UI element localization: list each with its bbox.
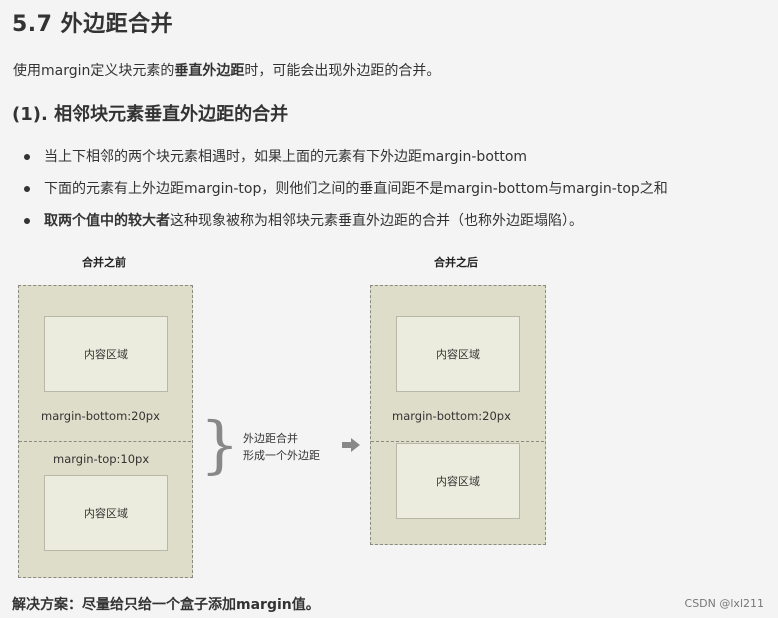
content-area-label: 内容区域 [436, 475, 480, 488]
content-area-label: 内容区域 [84, 507, 128, 520]
curly-brace-icon: } [200, 408, 240, 481]
margin-bottom-label: margin-bottom:20px [392, 409, 511, 423]
content-area-label: 内容区域 [84, 348, 128, 361]
right-arrow-icon [342, 438, 360, 452]
bullet-text-bold: 取两个值中的较大者 [44, 213, 170, 229]
merge-note: 外边距合并 形成一个外边距 [243, 430, 320, 464]
bullet-item: 下面的元素有上外边距margin-top，则他们之间的垂直间距不是margin-… [22, 178, 668, 210]
after-merge-caption: 合并之后 [434, 256, 478, 269]
margin-divider-line [371, 441, 544, 442]
after-merge-diagram: 内容区域 margin-bottom:20px 内容区域 [370, 285, 546, 545]
bullet-dot-icon [24, 154, 30, 160]
content-area-top-box: 内容区域 [396, 316, 520, 392]
content-area-bottom-box: 内容区域 [396, 443, 520, 519]
intro-text-after: 时，可能会出现外边距的合并。 [244, 63, 441, 79]
bullet-text: 这种现象被称为相邻块元素垂直外边距的合并（也称外边距塌陷）。 [170, 213, 583, 229]
watermark: CSDN @lxl211 [684, 597, 764, 610]
document-page: 5.7 外边距合并 使用margin定义块元素的垂直外边距时，可能会出现外边距的… [0, 0, 778, 618]
content-area-label: 内容区域 [436, 348, 480, 361]
subsection-heading: (1). 相邻块元素垂直外边距的合并 [12, 104, 289, 125]
solution-text: 解决方案：尽量给只给一个盒子添加margin值。 [12, 597, 320, 613]
content-area-bottom-box: 内容区域 [44, 475, 168, 551]
before-merge-caption: 合并之前 [82, 256, 126, 269]
before-merge-diagram: 内容区域 margin-bottom:20px margin-top:10px … [18, 285, 193, 578]
bullet-dot-icon [24, 218, 30, 224]
intro-paragraph: 使用margin定义块元素的垂直外边距时，可能会出现外边距的合并。 [13, 60, 440, 80]
merge-note-line2: 形成一个外边距 [243, 449, 320, 462]
bullet-item: 当上下相邻的两个块元素相遇时，如果上面的元素有下外边距margin-bottom [22, 146, 668, 178]
merge-note-line1: 外边距合并 [243, 432, 298, 445]
bullet-dot-icon [24, 186, 30, 192]
content-area-top-box: 内容区域 [44, 316, 168, 392]
bullet-text: 下面的元素有上外边距margin-top，则他们之间的垂直间距不是margin-… [44, 181, 668, 197]
section-heading: 5.7 外边距合并 [12, 12, 174, 37]
bullet-text: 当上下相邻的两个块元素相遇时，如果上面的元素有下外边距margin-bottom [44, 149, 528, 165]
bullet-list: 当上下相邻的两个块元素相遇时，如果上面的元素有下外边距margin-bottom… [22, 146, 668, 242]
margin-divider-line [19, 441, 191, 442]
margin-bottom-label: margin-bottom:20px [41, 409, 160, 423]
intro-text-before: 使用margin定义块元素的 [13, 63, 175, 79]
bullet-item: 取两个值中的较大者这种现象被称为相邻块元素垂直外边距的合并（也称外边距塌陷）。 [22, 210, 668, 242]
margin-top-label: margin-top:10px [53, 452, 150, 466]
intro-text-bold: 垂直外边距 [174, 63, 245, 79]
